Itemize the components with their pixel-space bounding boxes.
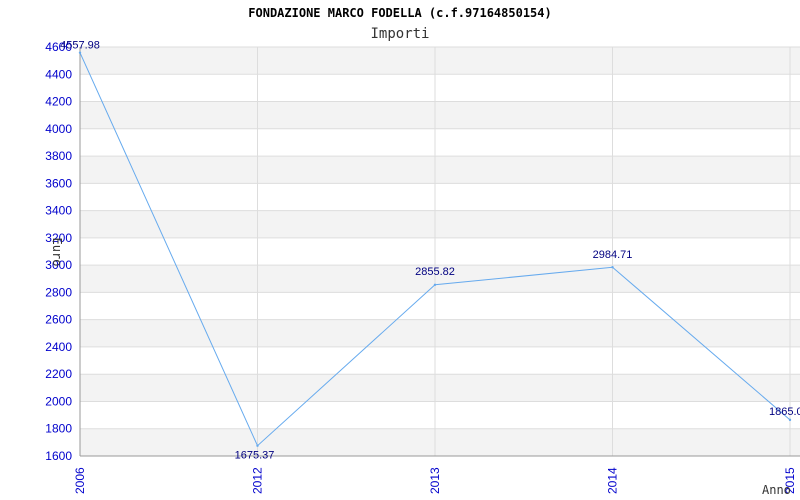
data-label: 2984.71 xyxy=(593,249,633,261)
y-tick-label: 1800 xyxy=(45,422,72,436)
grid-band xyxy=(80,210,800,238)
data-point xyxy=(788,418,792,422)
grid-band xyxy=(80,319,800,347)
data-point xyxy=(433,283,437,286)
grid-band xyxy=(80,401,800,429)
y-axis-label: Euro xyxy=(50,238,64,267)
y-tick-label: 2400 xyxy=(45,340,72,354)
line-chart: 1600180020002200240026002800300032003400… xyxy=(45,6,800,497)
data-label: 4557.98 xyxy=(60,40,100,52)
x-axis-label: Anno xyxy=(762,483,791,497)
y-tick-label: 4000 xyxy=(45,122,72,136)
y-tick-label: 3600 xyxy=(45,176,72,190)
chart-subtitle: Importi xyxy=(370,26,429,42)
data-point xyxy=(256,444,259,447)
y-tick-label: 1600 xyxy=(45,449,72,463)
y-tick-label: 2000 xyxy=(45,394,72,408)
grid-band xyxy=(80,128,800,157)
data-point xyxy=(78,51,82,54)
grid-band xyxy=(80,183,800,211)
grid-band xyxy=(80,292,800,320)
data-point xyxy=(611,266,614,269)
data-label: 2855.82 xyxy=(415,266,455,278)
plot-background xyxy=(80,47,800,456)
x-tick-label: 2012 xyxy=(251,467,265,494)
y-tick-label: 4400 xyxy=(45,67,72,81)
grid-band xyxy=(80,156,800,184)
y-tick-label: 3800 xyxy=(45,149,72,163)
grid-band xyxy=(80,74,800,102)
grid-band xyxy=(80,101,800,129)
x-tick-label: 2006 xyxy=(73,467,87,494)
y-tick-label: 3400 xyxy=(45,204,72,218)
grid-band xyxy=(80,237,800,266)
grid-band xyxy=(80,374,800,402)
grid-band xyxy=(80,428,800,456)
x-tick-label: 2014 xyxy=(606,467,620,494)
x-tick-labels: 2006 2012 2013 2014 2015 xyxy=(73,467,797,494)
y-tick-label: 2600 xyxy=(45,313,72,327)
y-tick-label: 2800 xyxy=(45,285,72,299)
data-label: 1865.0 xyxy=(769,406,800,418)
y-tick-label: 2200 xyxy=(45,367,72,381)
grid-band xyxy=(80,346,800,375)
x-tick-label: 2013 xyxy=(428,467,442,494)
data-label: 1675.37 xyxy=(235,450,275,462)
grid-band xyxy=(80,47,800,75)
chart-title: FONDAZIONE MARCO FODELLA (c.f.9716485015… xyxy=(248,6,551,20)
y-tick-label: 4200 xyxy=(45,95,72,109)
